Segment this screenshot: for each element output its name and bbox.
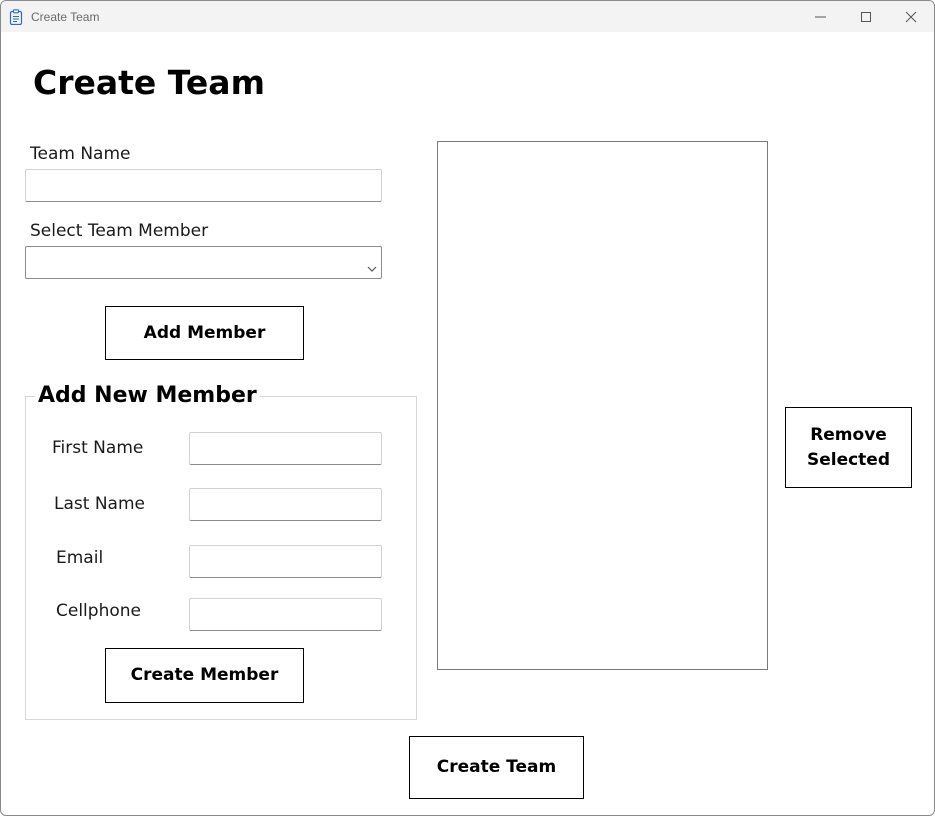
email-label: Email — [56, 548, 104, 568]
add-member-button[interactable]: Add Member — [105, 306, 304, 360]
first-name-label: First Name — [52, 438, 144, 458]
cellphone-input[interactable] — [189, 598, 382, 631]
maximize-button[interactable] — [843, 1, 889, 32]
cellphone-label: Cellphone — [56, 601, 141, 621]
team-name-input[interactable] — [25, 169, 382, 202]
chevron-down-icon — [367, 258, 377, 277]
page-title: Create Team — [33, 63, 265, 102]
last-name-label: Last Name — [54, 494, 145, 514]
window-title: Create Team — [31, 10, 100, 24]
maximize-icon — [861, 12, 871, 22]
email-input[interactable] — [189, 545, 382, 578]
add-new-member-title: Add New Member — [35, 383, 260, 408]
close-button[interactable] — [888, 1, 934, 32]
title-bar[interactable]: Create Team — [1, 1, 934, 32]
minimize-button[interactable] — [798, 1, 844, 32]
create-team-button[interactable]: Create Team — [409, 736, 584, 799]
app-window: Create Team Create Team Team Name Select… — [0, 0, 935, 816]
first-name-input[interactable] — [189, 432, 382, 465]
team-name-label: Team Name — [30, 144, 131, 164]
create-member-button[interactable]: Create Member — [105, 648, 304, 703]
select-team-member-label: Select Team Member — [30, 221, 209, 241]
last-name-input[interactable] — [189, 488, 382, 521]
select-team-member-dropdown[interactable] — [25, 246, 382, 279]
close-icon — [905, 11, 917, 23]
minimize-icon — [815, 16, 826, 18]
remove-selected-button[interactable]: Remove Selected — [785, 407, 912, 488]
clipboard-icon — [9, 9, 23, 26]
team-members-listbox[interactable] — [437, 141, 768, 670]
